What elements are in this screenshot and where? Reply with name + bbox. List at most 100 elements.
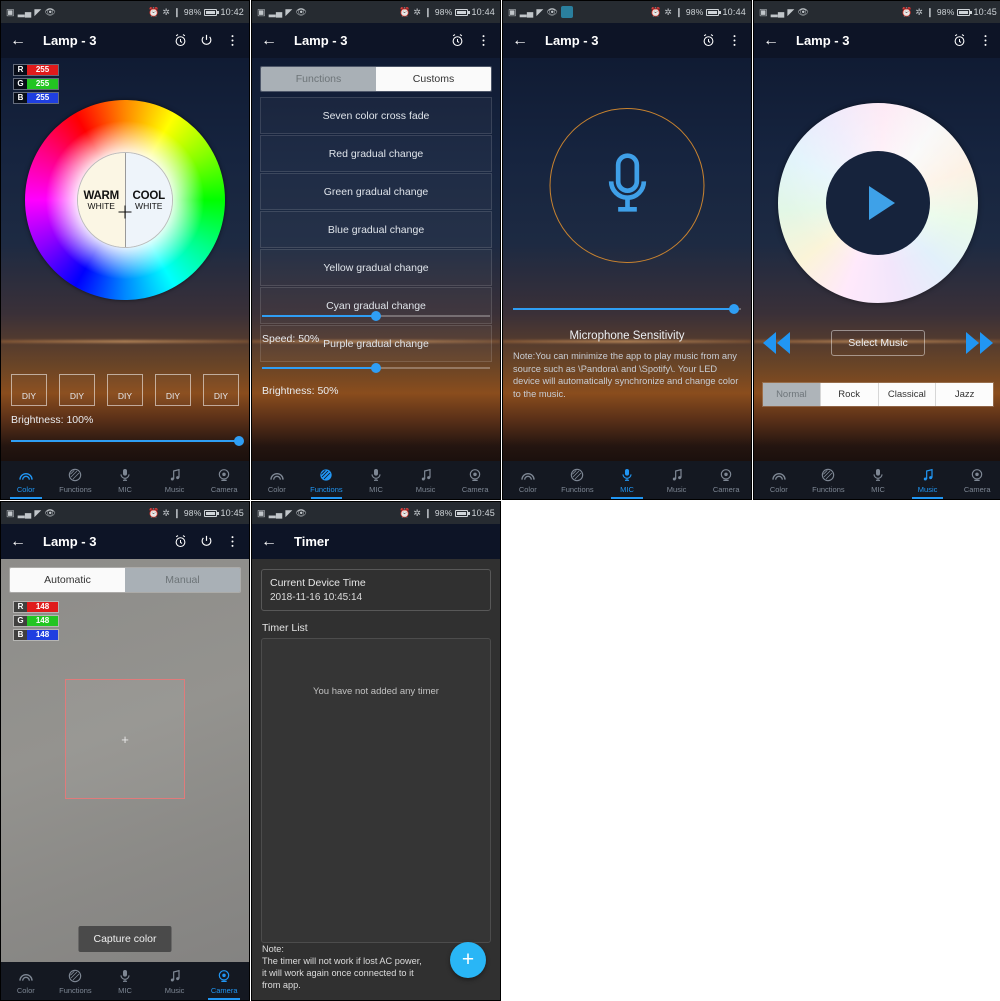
- nav-item-functions[interactable]: Functions: [804, 461, 854, 499]
- blue-value: 148: [27, 630, 58, 640]
- signal-icon: ▂▄: [519, 6, 534, 17]
- nav-item-mic[interactable]: MIC: [602, 461, 652, 499]
- back-arrow-icon[interactable]: ←: [10, 533, 26, 550]
- back-arrow-icon[interactable]: ←: [10, 32, 26, 49]
- nav-item-mic[interactable]: MIC: [100, 962, 150, 1000]
- function-item[interactable]: Seven color cross fade: [260, 97, 492, 134]
- genre-rock[interactable]: Rock: [819, 383, 878, 406]
- tab-functions[interactable]: Functions: [261, 67, 376, 91]
- brightness-slider[interactable]: [262, 362, 490, 374]
- power-icon[interactable]: [199, 534, 214, 549]
- alarm-clock-icon[interactable]: [952, 33, 967, 48]
- color-wheel[interactable]: WARM WHITE COOL WHITE: [25, 100, 225, 300]
- function-item[interactable]: Yellow gradual change: [260, 249, 492, 286]
- alarm-clock-icon[interactable]: [173, 534, 188, 549]
- genre-classical[interactable]: Classical: [877, 383, 936, 406]
- overflow-menu-icon[interactable]: [727, 33, 742, 48]
- tab-automatic[interactable]: Automatic: [10, 568, 125, 592]
- nav-item-music[interactable]: Music: [401, 461, 451, 499]
- nav-item-camera[interactable]: Camera: [450, 461, 500, 499]
- nav-item-color[interactable]: Color: [1, 962, 51, 1000]
- camera-icon: [218, 468, 230, 481]
- music-disc[interactable]: [778, 103, 978, 303]
- overflow-menu-icon[interactable]: [978, 33, 993, 48]
- brightness-slider[interactable]: [11, 435, 244, 447]
- screenshot-icon: ▣: [6, 6, 15, 17]
- nav-item-mic[interactable]: MIC: [853, 461, 903, 499]
- nav-item-music[interactable]: Music: [652, 461, 702, 499]
- function-item[interactable]: Blue gradual change: [260, 211, 492, 248]
- nav-item-functions[interactable]: Functions: [51, 962, 101, 1000]
- nav-item-color[interactable]: Color: [252, 461, 302, 499]
- nav-item-music[interactable]: Music: [150, 962, 200, 1000]
- disc-center[interactable]: [826, 151, 930, 255]
- color-picker-crosshair-icon[interactable]: [118, 205, 132, 219]
- speed-slider[interactable]: [262, 310, 490, 322]
- play-icon[interactable]: [868, 186, 895, 220]
- nav-item-color[interactable]: Color: [1, 461, 51, 499]
- capture-frame[interactable]: +: [65, 679, 185, 799]
- nav-item-color[interactable]: Color: [503, 461, 553, 499]
- nav-item-functions[interactable]: Functions: [51, 461, 101, 499]
- nav-item-color[interactable]: Color: [754, 461, 804, 499]
- eye-icon: 👁: [797, 6, 810, 17]
- status-bar-right: ⏰ ✲ ❙ 98% 10:45: [901, 7, 997, 17]
- nav-item-mic[interactable]: MIC: [351, 461, 401, 499]
- nav-item-camera[interactable]: Camera: [199, 461, 249, 499]
- diy-button-2[interactable]: DIY: [59, 374, 95, 406]
- diy-button-1[interactable]: DIY: [11, 374, 47, 406]
- power-icon[interactable]: [199, 33, 214, 48]
- camera-preview[interactable]: Automatic Manual R 148 G 148 B 148 + Cap…: [1, 559, 249, 1000]
- function-item[interactable]: Green gradual change: [260, 173, 492, 210]
- slider-knob[interactable]: [234, 436, 244, 446]
- current-device-time-label: Current Device Time: [270, 577, 366, 589]
- nav-item-mic[interactable]: MIC: [100, 461, 150, 499]
- microphone-icon: [622, 468, 632, 481]
- page-title: Lamp - 3: [43, 534, 97, 549]
- diy-button-4[interactable]: DIY: [155, 374, 191, 406]
- nav-item-functions[interactable]: Functions: [302, 461, 352, 499]
- genre-jazz[interactable]: Jazz: [935, 383, 993, 406]
- nav-item-music[interactable]: Music: [903, 461, 953, 499]
- overflow-menu-icon[interactable]: [225, 534, 240, 549]
- nav-item-camera[interactable]: Camera: [701, 461, 751, 499]
- white-selector[interactable]: WARM WHITE COOL WHITE: [77, 152, 173, 248]
- nav-item-music[interactable]: Music: [150, 461, 200, 499]
- genre-normal[interactable]: Normal: [763, 383, 820, 406]
- timer-list[interactable]: You have not added any timer: [261, 638, 491, 943]
- back-arrow-icon[interactable]: ←: [261, 32, 277, 49]
- warm-white-button[interactable]: WARM WHITE: [78, 153, 125, 247]
- back-arrow-icon[interactable]: ←: [512, 32, 528, 49]
- rgb-row-red: R 148: [13, 601, 59, 613]
- speed-label: Speed: 50%: [262, 333, 320, 345]
- tab-customs[interactable]: Customs: [376, 67, 491, 91]
- warm-white-title: WARM: [83, 189, 120, 202]
- tab-manual[interactable]: Manual: [125, 568, 240, 592]
- capture-color-button[interactable]: Capture color: [78, 926, 172, 952]
- add-timer-button[interactable]: +: [450, 942, 486, 978]
- mic-sensitivity-slider[interactable]: [513, 303, 741, 315]
- diy-button-5[interactable]: DIY: [203, 374, 239, 406]
- fast-forward-icon[interactable]: [966, 332, 993, 354]
- back-arrow-icon[interactable]: ←: [763, 32, 779, 49]
- select-music-button[interactable]: Select Music: [831, 330, 925, 356]
- nav-item-camera[interactable]: Camera: [199, 962, 249, 1000]
- nav-item-camera[interactable]: Camera: [952, 461, 1000, 499]
- status-bar-right: ⏰ ✲ ❙ 98% 10:45: [148, 508, 244, 518]
- mic-ring[interactable]: [549, 108, 705, 263]
- alarm-clock-icon[interactable]: [173, 33, 188, 48]
- diy-button-3[interactable]: DIY: [107, 374, 143, 406]
- overflow-menu-icon[interactable]: [476, 33, 491, 48]
- back-arrow-icon[interactable]: ←: [261, 533, 277, 550]
- slider-knob[interactable]: [729, 304, 740, 314]
- nav-item-functions[interactable]: Functions: [553, 461, 603, 499]
- overflow-menu-icon[interactable]: [225, 33, 240, 48]
- battery-icon: [455, 8, 470, 16]
- slider-knob[interactable]: [371, 311, 381, 321]
- rewind-icon[interactable]: [763, 332, 790, 354]
- cool-white-button[interactable]: COOL WHITE: [124, 153, 172, 247]
- alarm-clock-icon[interactable]: [701, 33, 716, 48]
- alarm-clock-icon[interactable]: [450, 33, 465, 48]
- function-item[interactable]: Red gradual change: [260, 135, 492, 172]
- slider-knob[interactable]: [371, 363, 381, 373]
